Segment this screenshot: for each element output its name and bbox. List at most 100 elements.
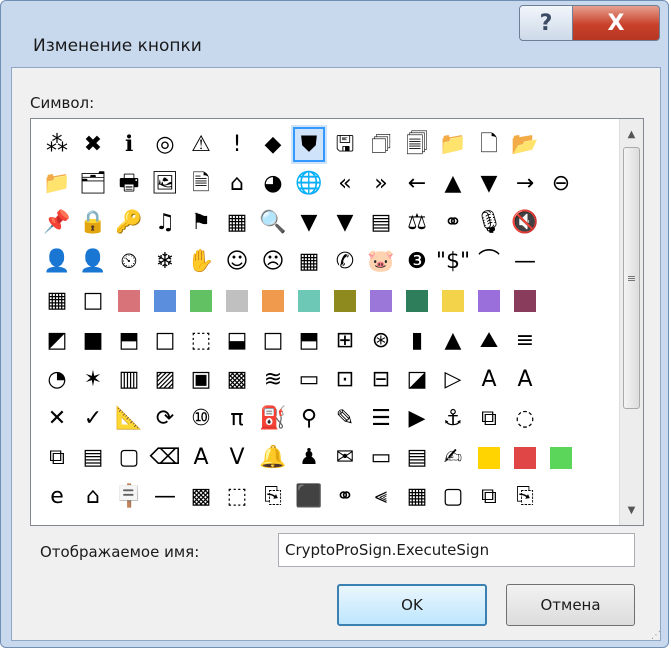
symbol-cell[interactable]: ◎: [147, 125, 183, 164]
symbol-cell[interactable]: →: [507, 164, 543, 203]
symbol-cell[interactable]: 🪧: [111, 478, 147, 517]
symbol-cell[interactable]: ✉: [327, 439, 363, 478]
resize-grip-icon[interactable]: ⋰: [651, 630, 665, 644]
symbol-cell[interactable]: ✕: [39, 399, 75, 438]
symbol-cell[interactable]: ✶: [75, 360, 111, 399]
symbol-cell[interactable]: 🌐: [291, 164, 327, 203]
symbol-cell[interactable]: 🗇: [363, 125, 399, 164]
symbol-cell[interactable]: ⌒: [471, 243, 507, 282]
symbol-cell[interactable]: ⟳: [147, 399, 183, 438]
symbol-cell[interactable]: ⊖: [543, 164, 579, 203]
symbol-cell[interactable]: ◆: [255, 125, 291, 164]
symbol-cell[interactable]: [543, 125, 579, 164]
symbol-cell[interactable]: 🔇: [507, 203, 543, 242]
symbol-cell[interactable]: [543, 203, 579, 242]
symbol-cell[interactable]: ⬒: [111, 321, 147, 360]
symbol-cell[interactable]: A: [471, 360, 507, 399]
symbol-cell[interactable]: ⁂: [39, 125, 75, 164]
cancel-button[interactable]: Отмена: [506, 584, 635, 626]
ok-button[interactable]: OK: [337, 584, 487, 626]
symbol-cell[interactable]: ⌂: [219, 164, 255, 203]
symbol-cell[interactable]: ▮: [399, 321, 435, 360]
symbol-cell[interactable]: 🗂: [75, 164, 111, 203]
symbol-cell[interactable]: ▢: [435, 478, 471, 517]
symbol-cell[interactable]: 🎙: [471, 203, 507, 242]
symbol-cell[interactable]: [255, 282, 291, 321]
symbol-cell[interactable]: ✎: [327, 399, 363, 438]
symbol-cell[interactable]: ⌫: [147, 439, 183, 478]
symbol-cell[interactable]: ⏲: [111, 243, 147, 282]
symbol-cell[interactable]: ⬒: [291, 321, 327, 360]
symbol-cell[interactable]: !: [219, 125, 255, 164]
symbol-cell[interactable]: ⊛: [363, 321, 399, 360]
symbol-cell[interactable]: ⚭: [327, 478, 363, 517]
symbol-cell[interactable]: ⚠: [183, 125, 219, 164]
symbol-cell[interactable]: —: [507, 243, 543, 282]
symbol-cell[interactable]: [579, 282, 615, 321]
symbol-cell[interactable]: ▲: [435, 164, 471, 203]
symbol-cell[interactable]: ⧉: [471, 478, 507, 517]
symbol-cell[interactable]: —: [147, 478, 183, 517]
symbol-cell[interactable]: ⚭: [435, 203, 471, 242]
symbol-cell[interactable]: [579, 243, 615, 282]
symbol-cell[interactable]: ▲: [435, 321, 471, 360]
symbol-cell[interactable]: 🖼: [147, 164, 183, 203]
scroll-up-arrow[interactable]: ▲: [620, 123, 643, 145]
symbol-cell[interactable]: □: [75, 282, 111, 321]
symbol-cell[interactable]: ✆: [327, 243, 363, 282]
symbol-cell[interactable]: 🔔: [255, 439, 291, 478]
symbol-cell[interactable]: [543, 243, 579, 282]
symbol-cell[interactable]: ◪: [399, 360, 435, 399]
symbol-cell[interactable]: [579, 321, 615, 360]
symbol-cell[interactable]: ⧉: [39, 439, 75, 478]
symbol-cell[interactable]: [579, 439, 615, 478]
vertical-scrollbar[interactable]: ▲ ≡ ▼: [619, 119, 643, 525]
display-name-input[interactable]: [278, 533, 635, 567]
symbol-cell[interactable]: ⌂: [75, 478, 111, 517]
symbol-cell[interactable]: ⚖: [399, 203, 435, 242]
symbol-cell[interactable]: π: [219, 399, 255, 438]
symbol-cell[interactable]: 📌: [39, 203, 75, 242]
symbol-cell[interactable]: ▤: [75, 439, 111, 478]
symbol-cell[interactable]: ▥: [111, 360, 147, 399]
symbol-cell[interactable]: 🐷: [363, 243, 399, 282]
symbol-cell[interactable]: ◔: [39, 360, 75, 399]
symbol-cell[interactable]: ✓: [75, 399, 111, 438]
symbol-cell[interactable]: 🔍: [255, 203, 291, 242]
symbol-cell[interactable]: [543, 321, 579, 360]
symbol-cell[interactable]: ℹ: [111, 125, 147, 164]
symbol-cell[interactable]: [363, 282, 399, 321]
symbol-cell[interactable]: ▩: [219, 360, 255, 399]
symbol-cell[interactable]: ⚑: [183, 203, 219, 242]
symbol-cell[interactable]: [543, 439, 579, 478]
symbol-cell[interactable]: ◩: [39, 321, 75, 360]
symbol-cell[interactable]: ▭: [291, 360, 327, 399]
symbol-cell[interactable]: ▤: [363, 203, 399, 242]
symbol-cell[interactable]: ♫: [147, 203, 183, 242]
symbol-cell[interactable]: ⚓: [435, 399, 471, 438]
symbol-cell[interactable]: ▦: [219, 203, 255, 242]
symbol-cell[interactable]: ⬓: [219, 321, 255, 360]
symbol-cell[interactable]: V: [219, 439, 255, 478]
symbol-cell[interactable]: «: [327, 164, 363, 203]
symbol-cell[interactable]: ▢: [111, 439, 147, 478]
symbol-cell[interactable]: ≋: [255, 360, 291, 399]
scroll-thumb[interactable]: ≡: [623, 147, 640, 409]
symbol-cell[interactable]: [291, 282, 327, 321]
symbol-cell[interactable]: ❄: [147, 243, 183, 282]
symbol-cell[interactable]: ⊟: [363, 360, 399, 399]
symbol-cell[interactable]: ⎘: [507, 478, 543, 517]
symbol-cell[interactable]: ▣: [183, 360, 219, 399]
symbol-cell[interactable]: ▭: [363, 439, 399, 478]
symbol-cell[interactable]: ◕: [255, 164, 291, 203]
symbol-cell[interactable]: ♟: [291, 439, 327, 478]
symbol-cell[interactable]: ▦: [39, 282, 75, 321]
symbol-cell[interactable]: 🗋: [471, 125, 507, 164]
symbol-cell[interactable]: [579, 478, 615, 517]
symbol-cell[interactable]: ▨: [147, 360, 183, 399]
symbol-cell[interactable]: ☺: [219, 243, 255, 282]
symbol-cell[interactable]: [219, 282, 255, 321]
symbol-cell[interactable]: [543, 360, 579, 399]
symbol-cell[interactable]: ▷: [435, 360, 471, 399]
symbol-cell[interactable]: ▼: [327, 203, 363, 242]
